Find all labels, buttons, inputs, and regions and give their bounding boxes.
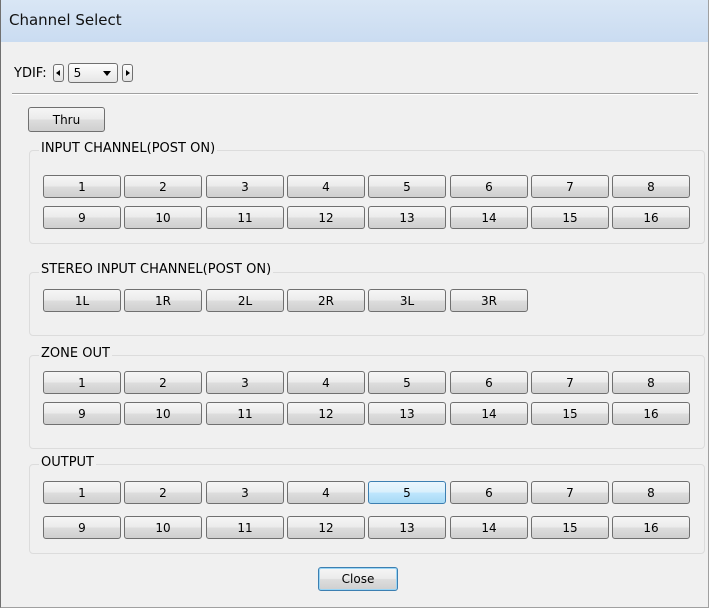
input-channel-button-10[interactable]: 10 [124, 206, 202, 229]
input-channel-button-6[interactable]: 6 [450, 175, 528, 198]
stereo-input-button-3l[interactable]: 3L [368, 289, 446, 312]
stereo-input-button-2r[interactable]: 2R [287, 289, 365, 312]
zone-out-title: ZONE OUT [39, 346, 112, 361]
stereo-input-button-1l[interactable]: 1L [43, 289, 121, 312]
zone-out-button-7[interactable]: 7 [531, 371, 609, 394]
window-title: Channel Select [1, 0, 708, 42]
divider [12, 93, 698, 95]
output-button-3[interactable]: 3 [206, 481, 284, 504]
stereo-input-button-1r[interactable]: 1R [124, 289, 202, 312]
input-channel-button-12[interactable]: 12 [287, 206, 365, 229]
input-channel-button-8[interactable]: 8 [612, 175, 690, 198]
stereo-input-button-3r[interactable]: 3R [450, 289, 528, 312]
output-button-14[interactable]: 14 [450, 516, 528, 539]
output-button-1[interactable]: 1 [43, 481, 121, 504]
output-button-13[interactable]: 13 [368, 516, 446, 539]
ydif-prev-button[interactable] [52, 64, 64, 82]
zone-out-button-1[interactable]: 1 [43, 371, 121, 394]
zone-out-button-6[interactable]: 6 [450, 371, 528, 394]
input-channel-button-1[interactable]: 1 [43, 175, 121, 198]
zone-out-button-5[interactable]: 5 [368, 371, 446, 394]
input-channel-button-7[interactable]: 7 [531, 175, 609, 198]
input-channel-button-5[interactable]: 5 [368, 175, 446, 198]
output-title: OUTPUT [39, 455, 96, 470]
ydif-next-button[interactable] [121, 64, 133, 82]
zone-out-button-3[interactable]: 3 [206, 371, 284, 394]
channel-select-dialog: Channel Select YDIF: 5 Thru INPUT CHANNE… [0, 0, 709, 608]
zone-out-button-12[interactable]: 12 [287, 402, 365, 425]
zone-out-button-8[interactable]: 8 [612, 371, 690, 394]
output-button-9[interactable]: 9 [43, 516, 121, 539]
output-button-4[interactable]: 4 [287, 481, 365, 504]
input-channel-button-14[interactable]: 14 [450, 206, 528, 229]
zone-out-button-10[interactable]: 10 [124, 402, 202, 425]
output-group [29, 464, 705, 554]
output-button-6[interactable]: 6 [450, 481, 528, 504]
output-button-11[interactable]: 11 [206, 516, 284, 539]
output-button-2[interactable]: 2 [124, 481, 202, 504]
zone-out-button-15[interactable]: 15 [531, 402, 609, 425]
output-button-8[interactable]: 8 [612, 481, 690, 504]
zone-out-button-4[interactable]: 4 [287, 371, 365, 394]
stereo-input-button-2l[interactable]: 2L [206, 289, 284, 312]
output-button-16[interactable]: 16 [612, 516, 690, 539]
input-channel-button-3[interactable]: 3 [206, 175, 284, 198]
input-channel-button-2[interactable]: 2 [124, 175, 202, 198]
zone-out-button-13[interactable]: 13 [368, 402, 446, 425]
input-channel-title: INPUT CHANNEL(POST ON) [39, 141, 218, 156]
output-button-10[interactable]: 10 [124, 516, 202, 539]
output-button-15[interactable]: 15 [531, 516, 609, 539]
ydif-value: 5 [73, 66, 82, 80]
thru-button[interactable]: Thru [28, 107, 105, 132]
output-button-12[interactable]: 12 [287, 516, 365, 539]
zone-out-button-14[interactable]: 14 [450, 402, 528, 425]
zone-out-button-16[interactable]: 16 [612, 402, 690, 425]
output-button-5[interactable]: 5 [368, 481, 446, 504]
input-channel-button-13[interactable]: 13 [368, 206, 446, 229]
input-channel-button-16[interactable]: 16 [612, 206, 690, 229]
input-channel-button-4[interactable]: 4 [287, 175, 365, 198]
close-button[interactable]: Close [318, 567, 398, 591]
stereo-input-title: STEREO INPUT CHANNEL(POST ON) [39, 262, 274, 277]
zone-out-button-2[interactable]: 2 [124, 371, 202, 394]
input-channel-button-9[interactable]: 9 [43, 206, 121, 229]
ydif-row: YDIF: 5 [14, 62, 133, 84]
output-button-7[interactable]: 7 [531, 481, 609, 504]
zone-out-button-11[interactable]: 11 [206, 402, 284, 425]
ydif-select[interactable]: 5 [67, 63, 118, 83]
zone-out-button-9[interactable]: 9 [43, 402, 121, 425]
input-channel-button-11[interactable]: 11 [206, 206, 284, 229]
chevron-down-icon [102, 70, 111, 76]
ydif-label: YDIF: [14, 65, 47, 81]
input-channel-button-15[interactable]: 15 [531, 206, 609, 229]
